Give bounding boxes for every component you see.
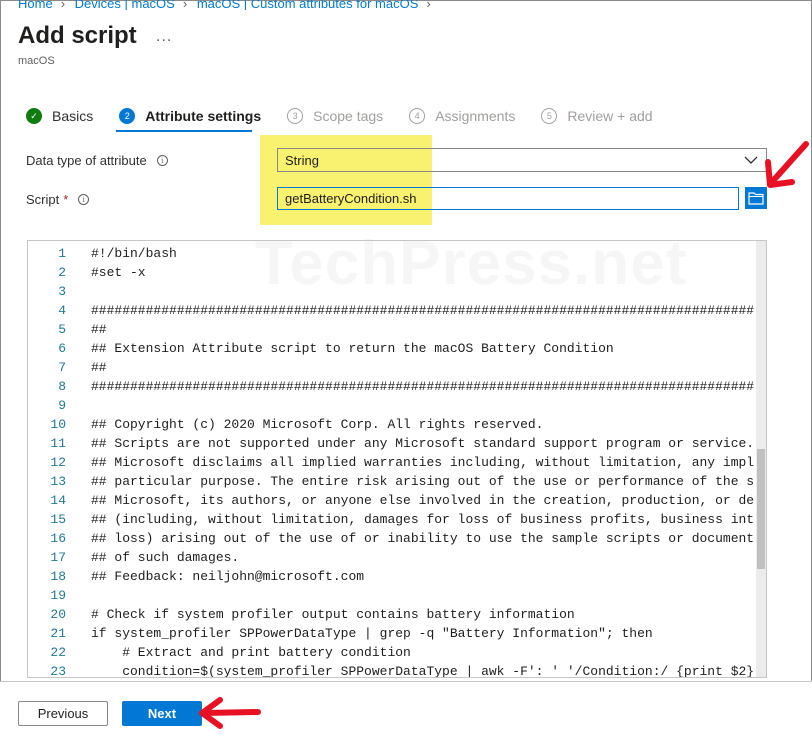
more-options-icon[interactable]: ... — [156, 28, 172, 46]
code-line: if system_profiler SPPowerDataType | gre… — [91, 626, 653, 641]
line-number: 17 — [50, 550, 66, 565]
wizard-step-scope-tags[interactable]: 3 Scope tags — [287, 108, 383, 124]
info-icon[interactable]: i — [156, 155, 168, 166]
line-number: 20 — [50, 607, 66, 622]
line-number: 19 — [50, 588, 66, 603]
step-number-icon: 2 — [119, 108, 136, 124]
wizard-step-review-add[interactable]: 5 Review + add — [541, 108, 653, 124]
footer-bar: Previous Next — [0, 681, 812, 741]
wizard-steps: ✓ Basics 2 Attribute settings 3 Scope ta… — [26, 104, 679, 128]
line-number: 1 — [58, 246, 66, 261]
wizard-step-assignments[interactable]: 4 Assignments — [409, 108, 515, 124]
scrollbar-thumb[interactable] — [757, 449, 765, 569]
data-type-value: String — [285, 152, 319, 168]
code-line: ## Feedback: neiljohn@microsoft.com — [91, 569, 365, 584]
code-content: #!/bin/bash #set -x ######################… — [91, 244, 754, 678]
line-number: 2 — [58, 265, 66, 280]
code-line: ## of such damages. — [91, 550, 240, 565]
line-number: 18 — [50, 569, 66, 584]
code-line: ## loss) arising out of the use of or in… — [91, 531, 754, 546]
wizard-step-label: Basics — [52, 108, 94, 124]
chevron-right-icon: › — [60, 0, 66, 10]
previous-button[interactable]: Previous — [18, 701, 108, 726]
script-file-input[interactable]: getBatteryCondition.sh — [277, 187, 739, 210]
line-number: 21 — [50, 626, 66, 641]
script-label-text: Script — [26, 192, 60, 207]
line-number: 8 — [58, 379, 66, 394]
code-line: ## Microsoft, its authors, or anyone els… — [91, 493, 754, 508]
data-type-label: Data type of attribute i — [26, 153, 168, 168]
breadcrumb-custom-attributes[interactable]: macOS | Custom attributes for macOS — [197, 0, 419, 10]
active-step-underline — [116, 130, 252, 132]
code-line: #set -x — [91, 265, 146, 280]
chevron-down-icon — [744, 156, 758, 164]
line-number: 11 — [50, 436, 66, 451]
line-number: 6 — [58, 341, 66, 356]
line-number: 15 — [50, 512, 66, 527]
line-number: 14 — [50, 493, 66, 508]
step-number-icon: 5 — [541, 108, 558, 124]
code-line: ########################################… — [91, 303, 754, 318]
chevron-right-icon: › — [182, 0, 188, 10]
line-number: 22 — [50, 645, 66, 660]
line-number: 9 — [58, 398, 66, 413]
code-line: ## — [91, 360, 107, 375]
line-number: 10 — [50, 417, 66, 432]
wizard-step-basics[interactable]: ✓ Basics — [26, 108, 93, 124]
script-file-name: getBatteryCondition.sh — [285, 191, 417, 206]
code-line: ## Microsoft disclaims all implied warra… — [91, 455, 754, 470]
code-line: ## Extension Attribute script to return … — [91, 341, 614, 356]
line-number-gutter: 1 2 3 4 5 6 7 8 9 10 11 12 13 14 15 16 17 18 19 20 21 22 23 — [28, 244, 76, 678]
chevron-right-icon: › — [426, 0, 431, 10]
code-line: ## (including, without limitation, damag… — [91, 512, 754, 527]
code-line: #!/bin/bash — [91, 246, 177, 261]
code-line: ## Scripts are not supported under any M… — [91, 436, 754, 451]
breadcrumb-devices-macos[interactable]: Devices | macOS — [75, 0, 175, 10]
line-number: 5 — [58, 322, 66, 337]
code-line: ## Copyright (c) 2020 Microsoft Corp. Al… — [91, 417, 544, 432]
wizard-step-label: Assignments — [435, 108, 516, 124]
code-line: ## — [91, 322, 107, 337]
checkmark-icon: ✓ — [26, 108, 42, 124]
folder-icon — [748, 192, 764, 205]
line-number: 13 — [50, 474, 66, 489]
page-subtitle: macOS — [18, 55, 55, 67]
line-number: 4 — [58, 303, 66, 318]
data-type-dropdown[interactable]: String — [277, 148, 767, 172]
line-number: 12 — [50, 455, 66, 470]
next-button[interactable]: Next — [122, 701, 202, 726]
step-number-icon: 3 — [287, 108, 304, 124]
line-number: 16 — [50, 531, 66, 546]
breadcrumb: Home › Devices | macOS › macOS | Custom at… — [18, 0, 437, 10]
page-title: Add script — [18, 22, 137, 49]
wizard-step-attribute-settings[interactable]: 2 Attribute settings — [119, 108, 261, 124]
code-line: ## particular purpose. The entire risk a… — [91, 474, 754, 489]
code-line: # Extract and print battery condition — [91, 645, 411, 660]
script-label: Script * i — [26, 192, 90, 207]
wizard-step-label: Scope tags — [313, 108, 384, 124]
code-line: ########################################… — [91, 379, 754, 394]
wizard-step-label: Attribute settings — [145, 108, 262, 124]
line-number: 7 — [58, 360, 66, 375]
data-type-label-text: Data type of attribute — [26, 153, 147, 168]
code-line: # Check if system profiler output contai… — [91, 607, 575, 622]
step-number-icon: 4 — [409, 108, 426, 124]
breadcrumb-home[interactable]: Home — [18, 0, 53, 10]
info-icon[interactable]: i — [78, 194, 90, 205]
line-number: 3 — [58, 284, 66, 299]
required-mark: * — [63, 192, 69, 207]
browse-file-button[interactable] — [745, 187, 767, 209]
script-preview[interactable]: 1 2 3 4 5 6 7 8 9 10 11 12 13 14 15 16 17 18 19 20 21 22 23 #!… — [27, 240, 767, 678]
code-line: condition=$(system_profiler SPPowerDataT… — [91, 664, 754, 678]
wizard-step-label: Review + add — [567, 108, 653, 124]
line-number: 23 — [50, 664, 66, 678]
